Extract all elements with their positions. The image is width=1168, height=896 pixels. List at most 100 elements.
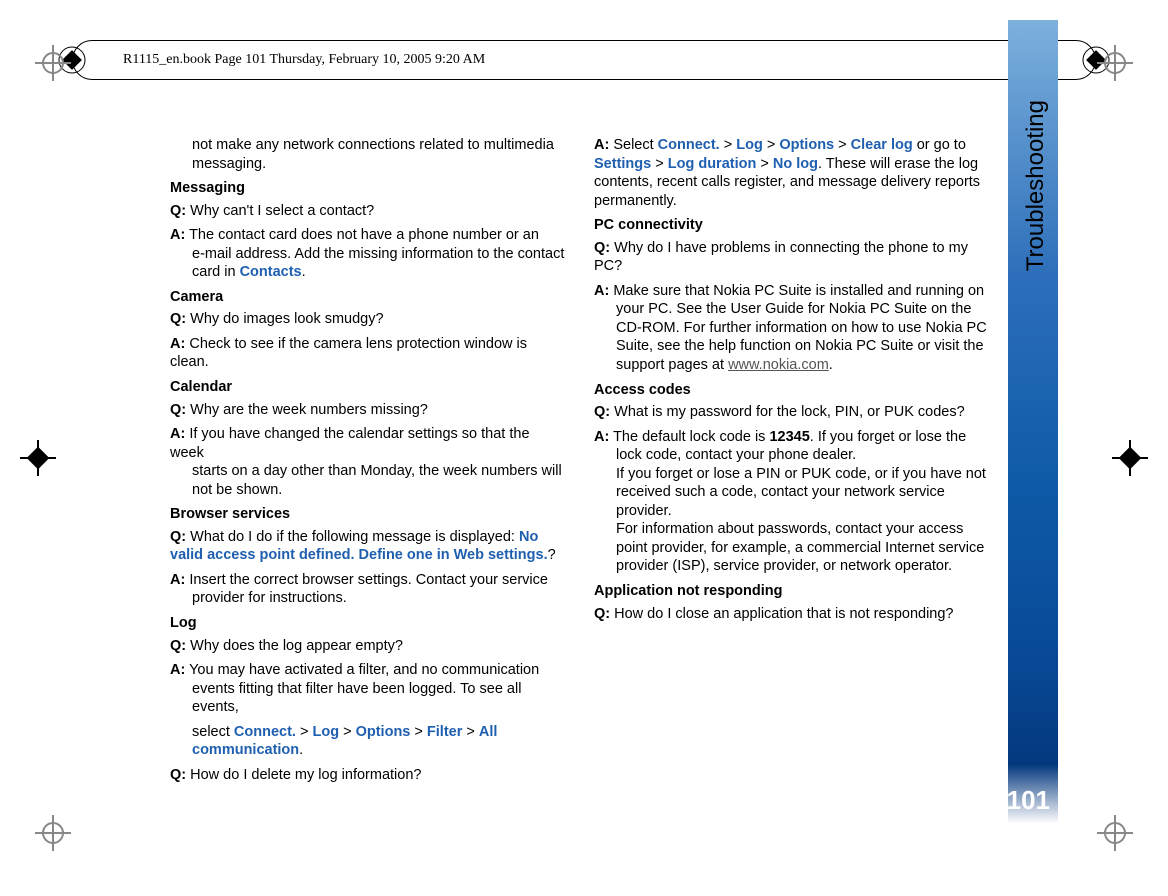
ui-term: Connect. <box>658 137 720 153</box>
book-meta-text: R1115_en.book Page 101 Thursday, Februar… <box>123 52 485 68</box>
q-label: Q: <box>170 767 186 783</box>
page-number: 101 <box>1007 785 1050 816</box>
a-text: If you have changed the calendar setting… <box>170 426 530 461</box>
a-label: A: <box>170 227 185 243</box>
sep: > <box>296 724 313 740</box>
answer: A: Make sure that Nokia PC Suite is inst… <box>594 282 990 375</box>
heading-browser: Browser services <box>170 505 566 524</box>
a-text: If you forget or lose a PIN or PUK code,… <box>616 466 986 519</box>
header-rule: R1115_en.book Page 101 Thursday, Februar… <box>72 40 1096 80</box>
ui-term: Clear log <box>851 137 913 153</box>
q-text: How do I close an application that is no… <box>610 606 953 622</box>
a-text: select <box>192 724 234 740</box>
a-label: A: <box>594 429 609 445</box>
question: Q: What do I do if the following message… <box>170 528 566 565</box>
a-label: A: <box>170 336 185 352</box>
a-text: Check to see if the camera lens protecti… <box>170 336 527 371</box>
crop-mark-icon <box>1112 440 1148 476</box>
crop-mark-icon <box>35 815 71 851</box>
q-label: Q: <box>594 240 610 256</box>
q-text: Why do images look smudgy? <box>186 311 383 327</box>
a-text: provider for instructions. <box>170 589 566 608</box>
question: Q: What is my password for the lock, PIN… <box>594 403 990 422</box>
a-text: lock code, contact your phone dealer. <box>616 447 856 463</box>
a-text: Insert the correct browser settings. Con… <box>185 572 548 588</box>
heading-access: Access codes <box>594 381 990 400</box>
url-link[interactable]: www.nokia.com <box>728 357 829 373</box>
q-label: Q: <box>594 404 610 420</box>
body-text: not make any network connections related… <box>170 136 990 786</box>
a-label: A: <box>594 283 609 299</box>
a-text: Select <box>609 137 657 153</box>
heading-log: Log <box>170 614 566 633</box>
q-text: Why do I have problems in connecting the… <box>594 240 968 275</box>
ui-term: Contacts <box>240 264 302 280</box>
ui-term: Log <box>312 724 339 740</box>
ui-term: Log <box>736 137 763 153</box>
sep: > <box>834 137 851 153</box>
period: . <box>299 742 303 758</box>
ui-term: Connect. <box>234 724 296 740</box>
answer: A: Insert the correct browser settings. … <box>170 571 566 608</box>
sep: > <box>651 156 668 172</box>
code-value: 12345 <box>769 429 809 445</box>
q-label: Q: <box>170 529 186 545</box>
a-text: You may have activated a filter, and no … <box>185 662 539 678</box>
q-label: Q: <box>170 402 186 418</box>
sep: > <box>720 137 737 153</box>
a-label: A: <box>594 137 609 153</box>
ui-term: Options <box>356 724 411 740</box>
question: Q: Why do I have problems in connecting … <box>594 239 990 276</box>
page-header: R1115_en.book Page 101 Thursday, Februar… <box>60 40 1108 80</box>
a-text: The default lock code is <box>609 429 769 445</box>
sep: > <box>756 156 773 172</box>
heading-pc: PC connectivity <box>594 216 990 235</box>
ui-term: No log <box>773 156 818 172</box>
a-label: A: <box>170 662 185 678</box>
a-text: Make sure that Nokia PC Suite is install… <box>609 283 984 299</box>
crop-mark-icon <box>35 45 71 81</box>
a-text: . If you forget or lose the <box>810 429 966 445</box>
question: Q: Why does the log appear empty? <box>170 637 566 656</box>
question: Q: How do I close an application that is… <box>594 605 990 624</box>
a-text: events fitting that filter have been log… <box>170 680 566 717</box>
a-text: or go to <box>913 137 966 153</box>
continuation-text: not make any network connections related… <box>170 136 566 173</box>
question: Q: Why do images look smudgy? <box>170 310 566 329</box>
answer: A: If you have changed the calendar sett… <box>170 425 566 499</box>
crop-mark-icon <box>20 440 56 476</box>
a-text: The contact card does not have a phone n… <box>185 227 539 243</box>
answer: A: You may have activated a filter, and … <box>170 661 566 717</box>
a-text: For information about passwords, contact… <box>616 521 984 574</box>
q-label: Q: <box>594 606 610 622</box>
period: . <box>302 264 306 280</box>
crop-mark-icon <box>1097 45 1133 81</box>
section-label: Troubleshooting <box>1022 100 1050 271</box>
answer-continuation: select Connect. > Log > Options > Filter… <box>170 723 566 760</box>
question: Q: Why can't I select a contact? <box>170 202 566 221</box>
q-text: Why are the week numbers missing? <box>186 402 428 418</box>
q-text: What do I do if the following message is… <box>186 529 519 545</box>
q-text: What is my password for the lock, PIN, o… <box>610 404 965 420</box>
a-label: A: <box>170 572 185 588</box>
a-text: starts on a day other than Monday, the w… <box>170 462 566 499</box>
question: Q: How do I delete my log information? <box>170 766 566 785</box>
answer: A: Select Connect. > Log > Options > Cle… <box>594 136 990 210</box>
q-label: Q: <box>170 311 186 327</box>
q-text: Why does the log appear empty? <box>186 638 403 654</box>
answer: A: The default lock code is 12345. If yo… <box>594 428 990 576</box>
heading-camera: Camera <box>170 288 566 307</box>
sep: > <box>410 724 427 740</box>
q-text: How do I delete my log information? <box>186 767 421 783</box>
ui-term: Settings <box>594 156 651 172</box>
ui-term: Log duration <box>668 156 757 172</box>
question: Q: Why are the week numbers missing? <box>170 401 566 420</box>
q-text: Why can't I select a contact? <box>186 203 374 219</box>
ui-term: Filter <box>427 724 462 740</box>
sep: > <box>462 724 479 740</box>
a-label: A: <box>170 426 185 442</box>
period: . <box>829 357 833 373</box>
ui-term: Options <box>779 137 834 153</box>
answer: A: The contact card does not have a phon… <box>170 226 566 282</box>
sep: > <box>339 724 356 740</box>
